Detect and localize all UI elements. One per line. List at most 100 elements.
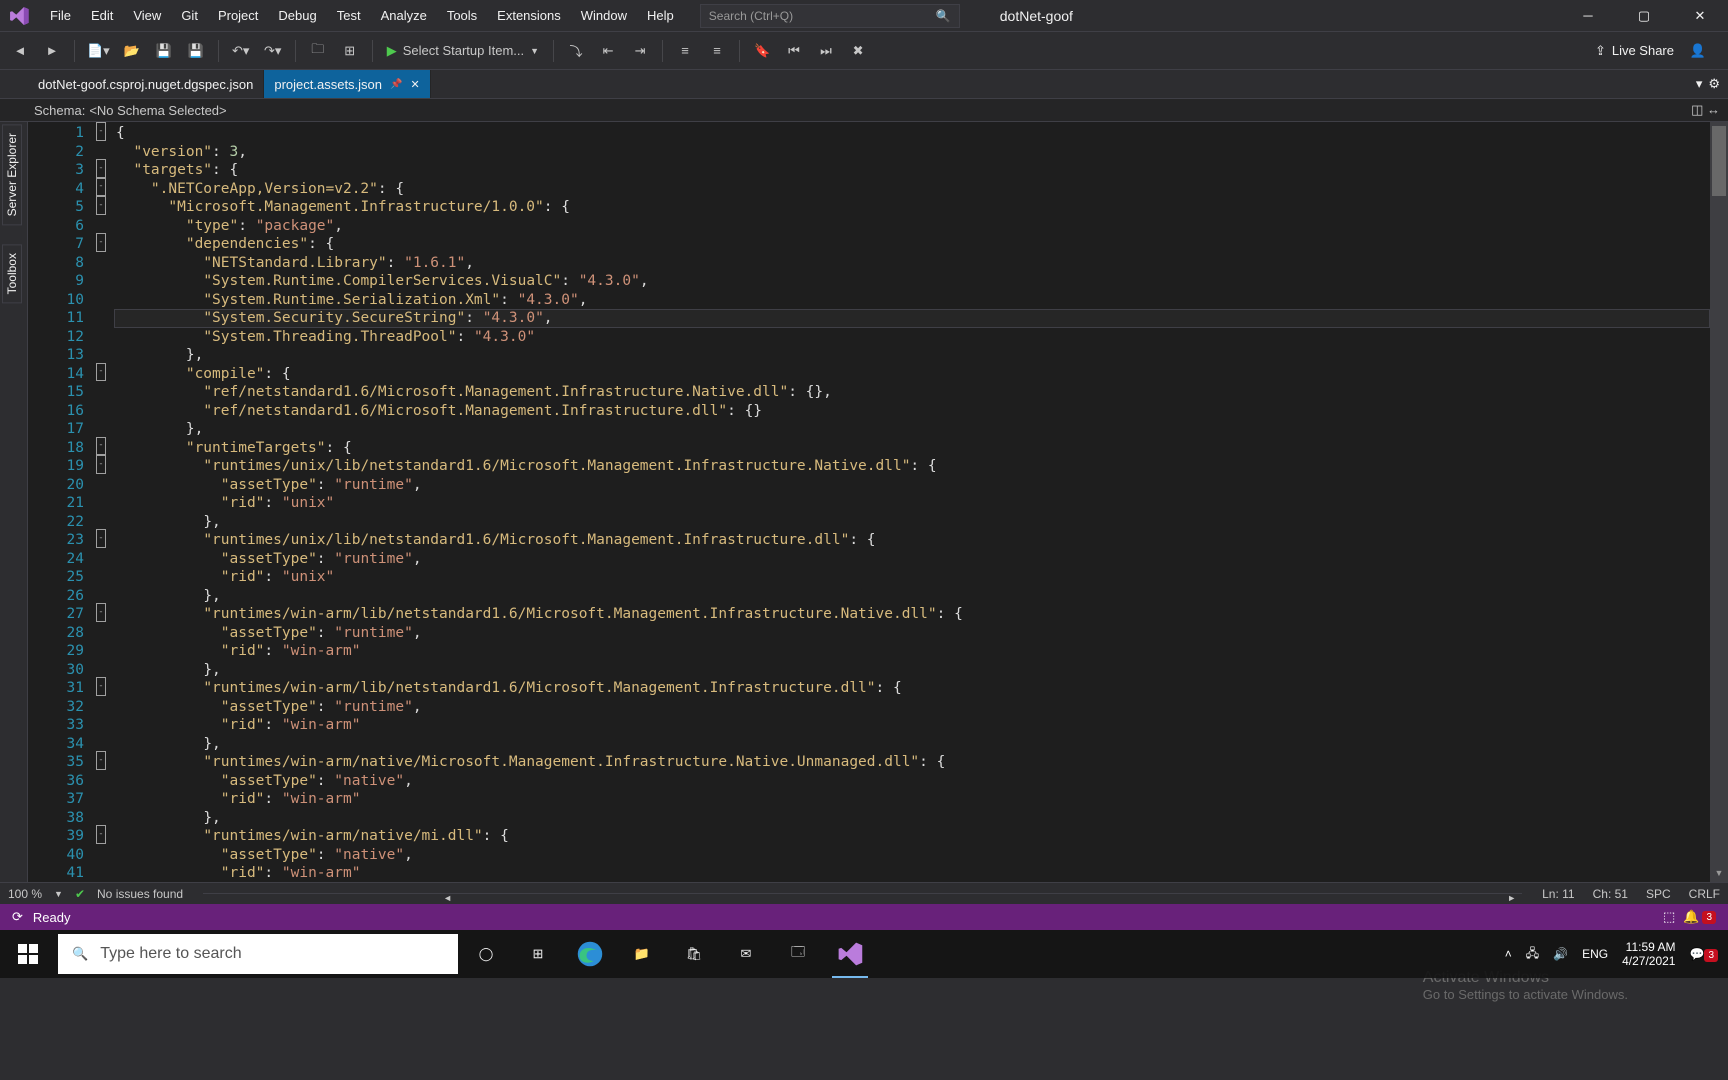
clear-bookmarks-button[interactable]: ✖ xyxy=(844,37,872,65)
scroll-thumb[interactable] xyxy=(1712,126,1726,196)
code-line[interactable]: "NETStandard.Library": "1.6.1", xyxy=(114,254,1710,273)
menu-analyze[interactable]: Analyze xyxy=(371,2,437,29)
code-line[interactable]: "rid": "win-arm" xyxy=(114,790,1710,809)
new-project-button[interactable]: 📄▾ xyxy=(83,37,114,65)
code-line[interactable]: }, xyxy=(114,346,1710,365)
code-line[interactable]: "ref/netstandard1.6/Microsoft.Management… xyxy=(114,383,1710,402)
menu-project[interactable]: Project xyxy=(208,2,268,29)
schema-value[interactable]: <No Schema Selected> xyxy=(89,103,226,118)
menu-extensions[interactable]: Extensions xyxy=(487,2,571,29)
visual-studio-taskbar-icon[interactable] xyxy=(824,930,876,978)
feedback-button[interactable]: 👤 xyxy=(1684,37,1712,65)
file-explorer-icon[interactable]: 📁 xyxy=(616,930,668,978)
indent-less-button[interactable]: ⇤ xyxy=(594,37,622,65)
split-editor-button[interactable]: ◫ ↔ xyxy=(1691,102,1728,118)
code-line[interactable]: }, xyxy=(114,809,1710,828)
code-line[interactable]: "runtimes/win-arm/lib/netstandard1.6/Mic… xyxy=(114,605,1710,624)
indent-mode[interactable]: SPC xyxy=(1646,887,1671,901)
code-line[interactable]: "rid": "win-arm" xyxy=(114,716,1710,735)
code-content[interactable]: { "version": 3, "targets": { ".NETCoreAp… xyxy=(110,122,1710,882)
fold-toggle[interactable]: - xyxy=(96,455,106,474)
vertical-scrollbar[interactable]: ▲ ▼ xyxy=(1710,122,1728,882)
notifications-button[interactable]: 🔔3 xyxy=(1683,909,1716,925)
live-share-button[interactable]: ⇪ Live Share xyxy=(1595,43,1674,59)
start-menu-button[interactable] xyxy=(0,930,56,978)
code-line[interactable]: "assetType": "runtime", xyxy=(114,476,1710,495)
code-line[interactable]: "runtimeTargets": { xyxy=(114,439,1710,458)
code-line[interactable]: "rid": "win-arm" xyxy=(114,864,1710,883)
fold-toggle[interactable]: - xyxy=(96,178,106,197)
search-input[interactable]: Search (Ctrl+Q) 🔍 xyxy=(700,4,960,28)
save-button[interactable]: 💾 xyxy=(150,37,178,65)
fold-toggle[interactable]: - xyxy=(96,233,106,252)
fold-toggle[interactable]: - xyxy=(96,751,106,770)
redo-button[interactable]: ↷▾ xyxy=(259,37,287,65)
undo-button[interactable]: ↶▾ xyxy=(227,37,255,65)
code-line[interactable]: "assetType": "runtime", xyxy=(114,624,1710,643)
document-tab[interactable]: project.assets.json📌✕ xyxy=(264,70,430,98)
start-debug-button[interactable]: ▶ Select Startup Item... ▼ xyxy=(381,43,545,59)
maximize-button[interactable]: ▢ xyxy=(1616,0,1672,32)
code-line[interactable]: "runtimes/win-arm/lib/netstandard1.6/Mic… xyxy=(114,679,1710,698)
action-center-icon[interactable]: 💬3 xyxy=(1689,947,1718,961)
document-tab[interactable]: dotNet-goof.csproj.nuget.dgspec.json xyxy=(28,70,264,98)
h-scroll-right-icon[interactable]: ► xyxy=(1507,893,1516,903)
code-line[interactable]: "compile": { xyxy=(114,365,1710,384)
menu-window[interactable]: Window xyxy=(571,2,637,29)
h-scroll-left-icon[interactable]: ◄ xyxy=(443,893,452,903)
fold-toggle[interactable]: - xyxy=(96,363,106,382)
code-line[interactable]: "version": 3, xyxy=(114,143,1710,162)
toolbox-tab[interactable]: Toolbox xyxy=(2,244,22,303)
network-icon[interactable]: 🖧 xyxy=(1526,944,1539,965)
code-line[interactable]: "targets": { xyxy=(114,161,1710,180)
zoom-chevron-icon[interactable]: ▼ xyxy=(54,889,63,899)
line-ending[interactable]: CRLF xyxy=(1689,887,1720,901)
code-line[interactable]: "dependencies": { xyxy=(114,235,1710,254)
code-line[interactable]: "System.Threading.ThreadPool": "4.3.0" xyxy=(114,328,1710,347)
task-view-button[interactable]: ⊞ xyxy=(512,930,564,978)
code-line[interactable]: { xyxy=(114,124,1710,143)
menu-git[interactable]: Git xyxy=(171,2,208,29)
solution-platform-button[interactable]: ⊞ xyxy=(336,37,364,65)
code-line[interactable]: "type": "package", xyxy=(114,217,1710,236)
nav-fwd-button[interactable]: ► xyxy=(38,37,66,65)
open-file-button[interactable]: 📂 xyxy=(118,37,146,65)
code-line[interactable]: }, xyxy=(114,661,1710,680)
fold-toggle[interactable]: - xyxy=(96,437,106,456)
zoom-level[interactable]: 100 % xyxy=(8,887,42,901)
code-line[interactable]: "assetType": "runtime", xyxy=(114,698,1710,717)
code-line[interactable]: }, xyxy=(114,420,1710,439)
code-line[interactable]: "rid": "win-arm" xyxy=(114,642,1710,661)
code-line[interactable]: "runtimes/win-arm/native/Microsoft.Manag… xyxy=(114,753,1710,772)
bookmark-button[interactable]: 🔖 xyxy=(748,37,776,65)
volume-icon[interactable]: 🔊 xyxy=(1553,947,1568,961)
code-line[interactable]: "Microsoft.Management.Infrastructure/1.0… xyxy=(114,198,1710,217)
store-icon[interactable]: 🛍 xyxy=(668,930,720,978)
code-line[interactable]: "runtimes/unix/lib/netstandard1.6/Micros… xyxy=(114,531,1710,550)
save-all-button[interactable]: 💾 xyxy=(182,37,210,65)
code-line[interactable]: "assetType": "runtime", xyxy=(114,550,1710,569)
code-line[interactable]: ".NETCoreApp,Version=v2.2": { xyxy=(114,180,1710,199)
scroll-down-arrow[interactable]: ▼ xyxy=(1710,864,1728,882)
language-indicator[interactable]: ENG xyxy=(1582,947,1608,961)
clock[interactable]: 11:59 AM 4/27/2021 xyxy=(1622,940,1675,968)
code-line[interactable]: "System.Runtime.CompilerServices.VisualC… xyxy=(114,272,1710,291)
issues-label[interactable]: No issues found xyxy=(97,887,183,901)
step-over-button[interactable]: ⤵ xyxy=(562,37,590,65)
minimize-button[interactable]: ─ xyxy=(1560,0,1616,32)
menu-test[interactable]: Test xyxy=(327,2,371,29)
cortana-button[interactable]: ◯ xyxy=(460,930,512,978)
code-line[interactable]: }, xyxy=(114,735,1710,754)
code-line[interactable]: }, xyxy=(114,513,1710,532)
pin-icon[interactable]: 📌 xyxy=(390,79,402,90)
code-line[interactable]: "ref/netstandard1.6/Microsoft.Management… xyxy=(114,402,1710,421)
code-line[interactable]: "runtimes/win-arm/native/mi.dll": { xyxy=(114,827,1710,846)
menu-edit[interactable]: Edit xyxy=(81,2,123,29)
tray-chevron-icon[interactable]: ˄ xyxy=(1505,947,1512,961)
server-explorer-tab[interactable]: Server Explorer xyxy=(2,124,22,225)
edge-icon[interactable] xyxy=(564,930,616,978)
code-line[interactable]: "System.Runtime.Serialization.Xml": "4.3… xyxy=(114,291,1710,310)
solution-config-button[interactable]: 🗀 xyxy=(304,37,332,65)
comment-button[interactable]: ≡ xyxy=(671,37,699,65)
fold-gutter[interactable]: ------------- xyxy=(92,122,110,882)
